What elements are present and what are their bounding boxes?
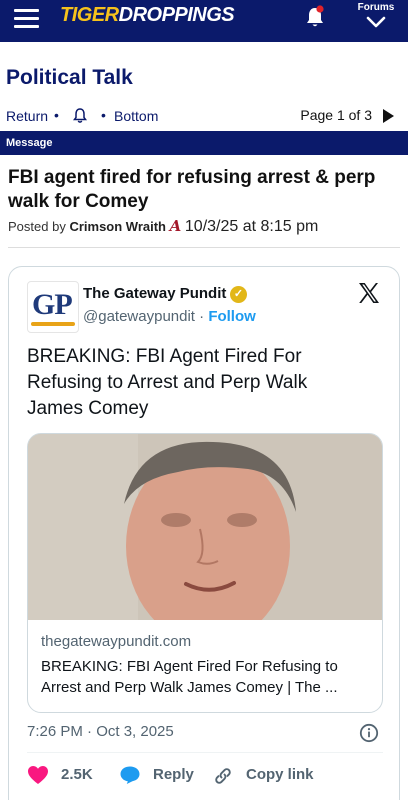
forum-title[interactable]: Political Talk (6, 66, 133, 90)
thread-nav-row: Return • • Bottom Page 1 of 3 (6, 107, 402, 127)
separator-dot: • (54, 107, 59, 123)
chevron-down-icon (366, 16, 386, 28)
message-label: Message (6, 137, 53, 149)
account-name-link[interactable]: The Gateway Pundit (83, 285, 226, 302)
site-logo[interactable]: TIGERDROPPINGS (60, 4, 235, 26)
tweet-timestamp[interactable]: 7:26 PM · Oct 3, 2025 (27, 723, 174, 740)
forums-label: Forums (357, 2, 395, 13)
handle-separator: · (194, 308, 209, 325)
divider (8, 247, 400, 248)
separator-dot: • (101, 107, 106, 123)
account-avatar[interactable]: GP (27, 281, 79, 333)
x-logo-icon[interactable] (357, 281, 381, 305)
article-photo (28, 434, 382, 620)
page-indicator: Page 1 of 3 (300, 107, 372, 123)
verified-badge-icon: ✓ (230, 286, 247, 303)
like-count: 2.5K (61, 766, 93, 783)
divider (27, 752, 383, 753)
message-header-bar: Message (0, 131, 408, 155)
forums-menu-button[interactable]: Forums (354, 2, 398, 36)
post-meta: Posted by Crimson Wraith A 10/3/25 at 8:… (8, 217, 318, 236)
avatar-initials: GP (32, 288, 73, 321)
logo-droppings-text: DROPPINGS (118, 4, 235, 26)
link-domain: thegatewaypundit.com (41, 633, 192, 650)
avatar-swoosh (31, 322, 75, 326)
link-title: BREAKING: FBI Agent Fired For Refusing t… (41, 658, 338, 696)
bottom-link[interactable]: Bottom (114, 108, 158, 124)
post-author-link[interactable]: Crimson Wraith (69, 219, 166, 234)
tweet-text: BREAKING: FBI Agent Fired For Refusing t… (27, 346, 308, 419)
next-page-arrow-icon[interactable] (383, 109, 394, 123)
info-icon[interactable] (359, 723, 379, 743)
alabama-logo-icon: A (169, 217, 182, 235)
heart-icon (28, 766, 48, 784)
posted-by-label: Posted by (8, 219, 66, 234)
return-link[interactable]: Return (6, 108, 48, 124)
hamburger-menu-icon[interactable] (14, 9, 39, 29)
link-icon (215, 768, 231, 784)
top-navbar: TIGERDROPPINGS Forums (0, 0, 408, 42)
follow-button[interactable]: Follow (208, 308, 256, 325)
logo-tiger-text: TIGER (60, 4, 119, 26)
bell-icon[interactable] (304, 5, 326, 29)
post-title: FBI agent fired for refusing arrest & pe… (8, 167, 376, 212)
notification-bell-icon[interactable] (72, 107, 88, 124)
reply-icon (120, 766, 140, 784)
post-date: 10/3/25 at 8:15 pm (184, 218, 319, 235)
link-preview-card[interactable]: thegatewaypundit.com BREAKING: FBI Agent… (27, 433, 383, 713)
reply-label: Reply (153, 766, 194, 783)
tweet-actions: 2.5K Reply Copy link (27, 765, 383, 789)
embedded-tweet-card[interactable]: GP The Gateway Pundit ✓ @gatewaypundit ·… (8, 266, 400, 800)
account-handle-row: @gatewaypundit · Follow (83, 308, 256, 325)
account-handle[interactable]: @gatewaypundit (83, 308, 195, 325)
copy-link-label: Copy link (246, 766, 314, 783)
